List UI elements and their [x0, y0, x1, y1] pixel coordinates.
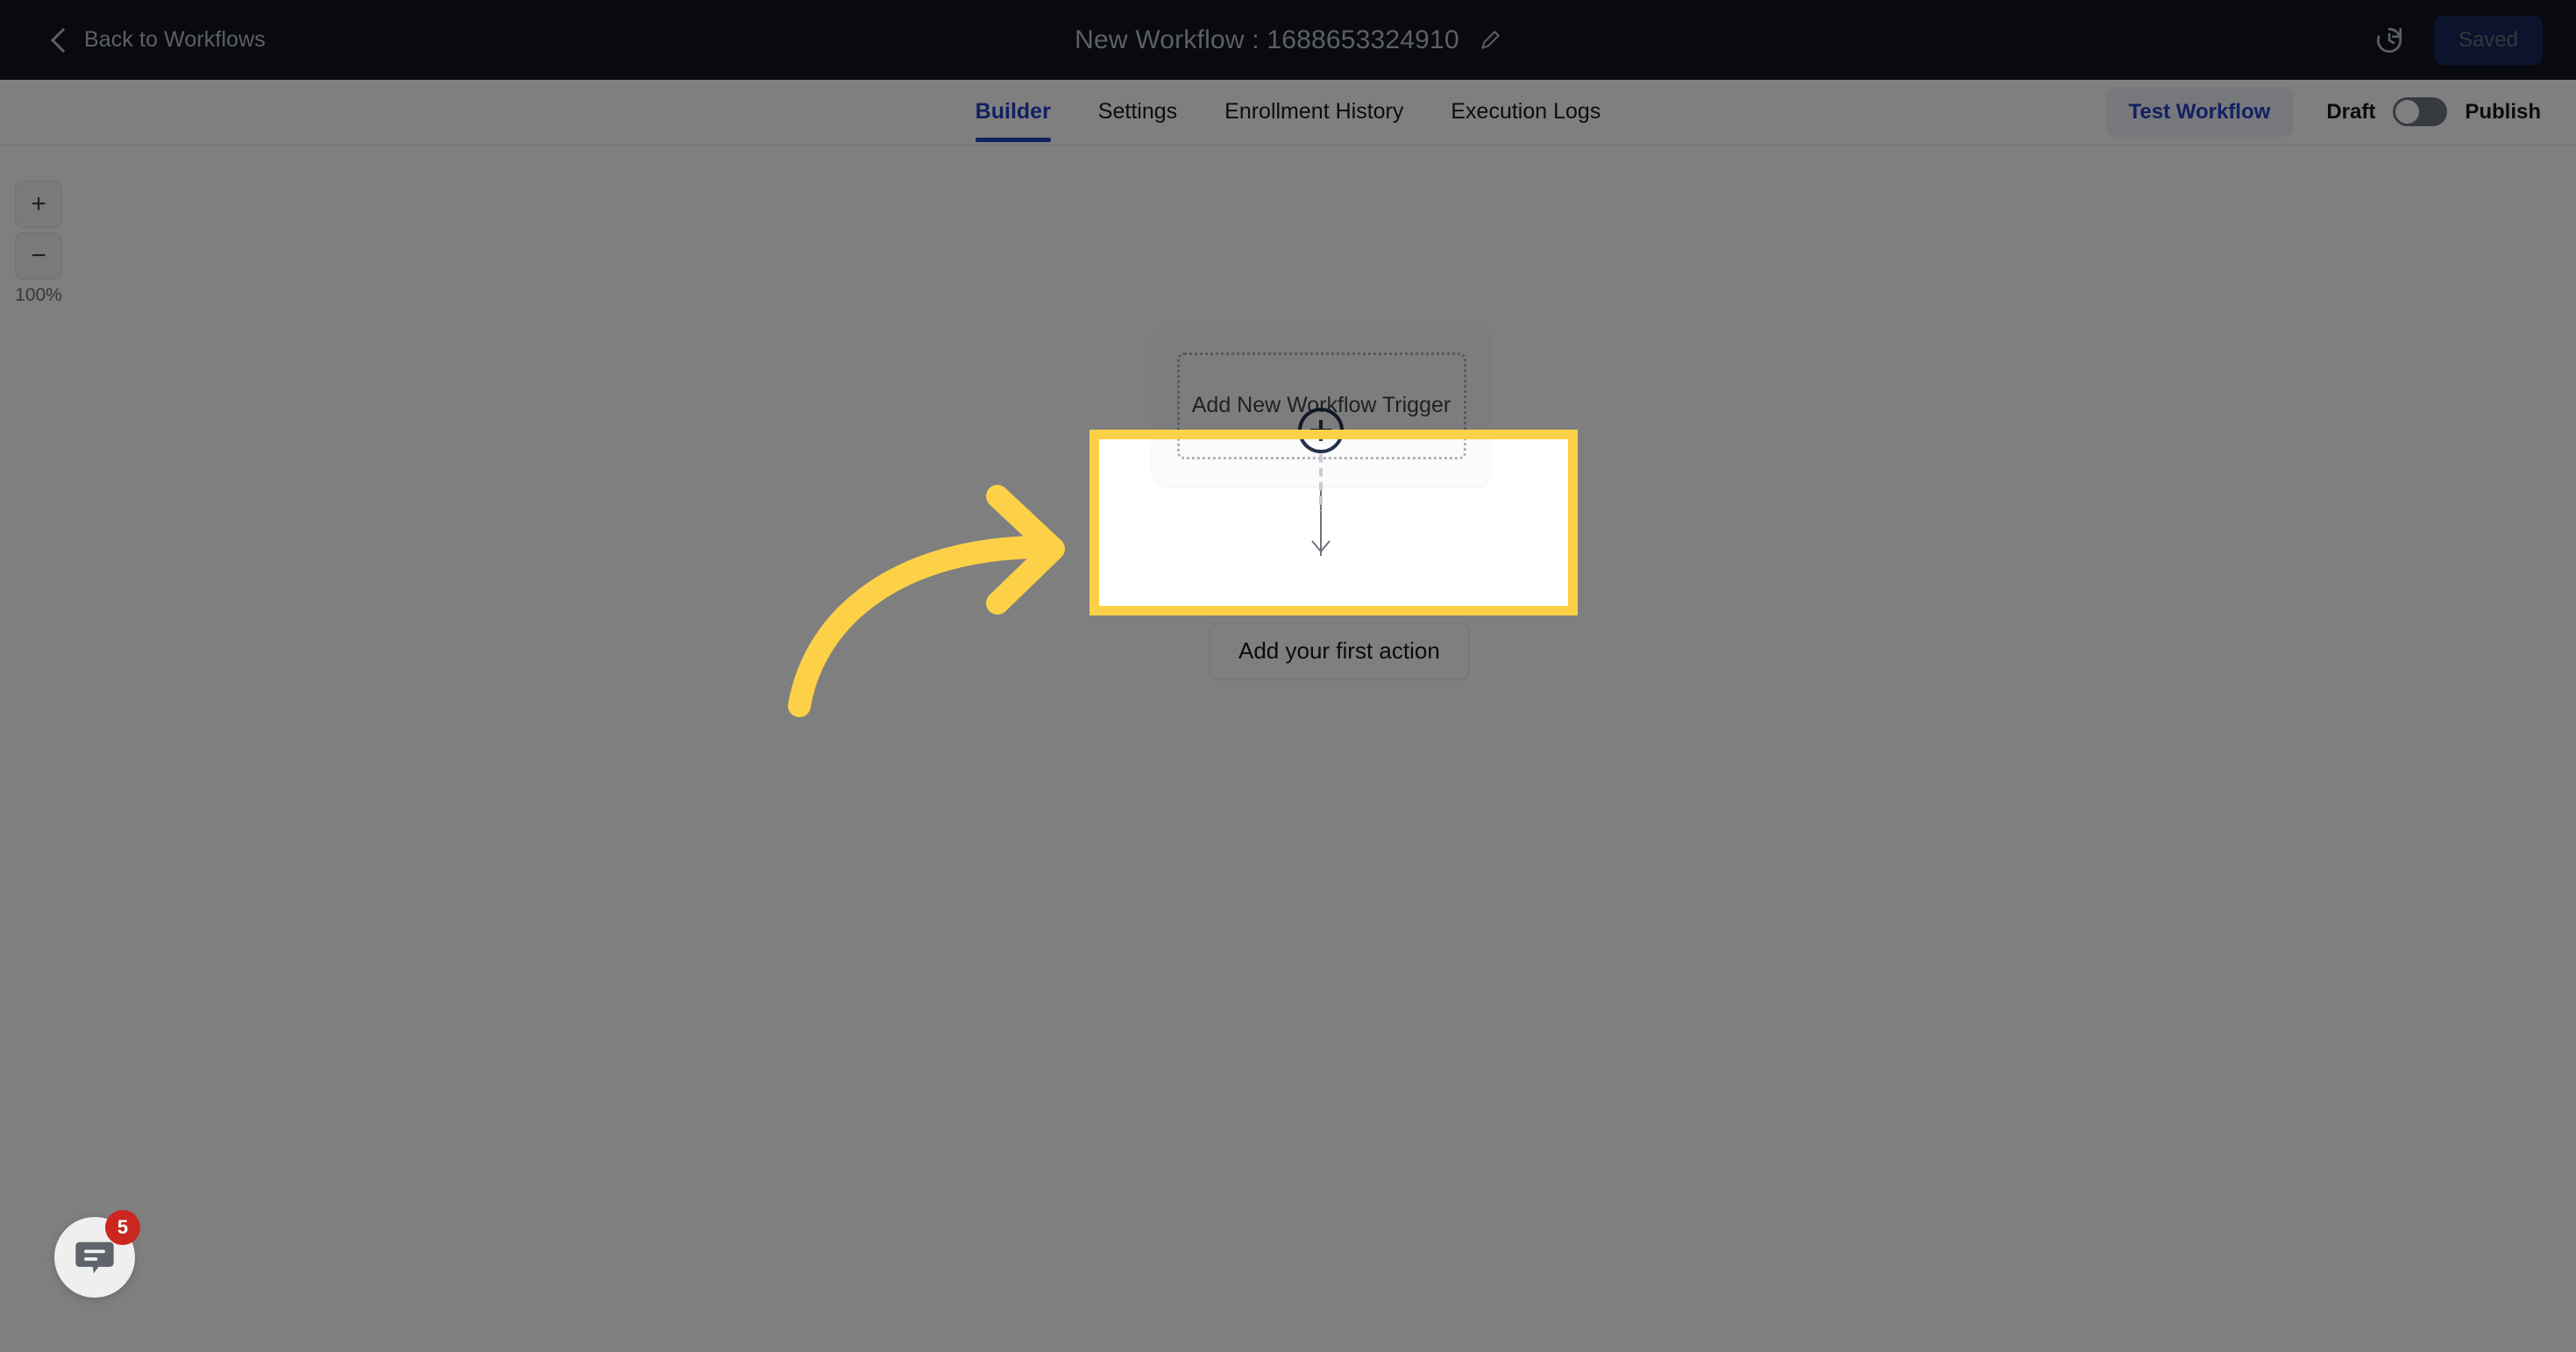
zoom-level-label: 100% — [15, 285, 62, 305]
add-step-plus-button[interactable] — [1298, 408, 1344, 453]
connector-arrowhead-icon — [1311, 540, 1331, 553]
tab-settings[interactable]: Settings — [1075, 80, 1201, 142]
tab-execution-logs[interactable]: Execution Logs — [1427, 80, 1624, 142]
tab-builder[interactable]: Builder — [952, 80, 1075, 142]
page-title: New Workflow : 1688653324910 — [1075, 25, 1459, 54]
chat-bubble-icon — [75, 1242, 114, 1274]
workflow-canvas[interactable]: + − 100% Add New Workflow Trigger Add yo… — [0, 146, 2576, 1352]
workflow-title-group: New Workflow : 1688653324910 — [0, 0, 2576, 80]
history-clock-icon[interactable] — [2374, 25, 2404, 55]
tab-bar-actions: Test Workflow Draft Publish — [2105, 80, 2541, 144]
zoom-out-button[interactable]: − — [15, 232, 62, 280]
back-to-workflows-label: Back to Workflows — [84, 27, 266, 52]
toggle-knob — [2395, 100, 2420, 124]
test-workflow-button[interactable]: Test Workflow — [2105, 87, 2294, 137]
top-bar: Back to Workflows New Workflow : 1688653… — [0, 0, 2576, 80]
pencil-icon[interactable] — [1479, 29, 1501, 52]
top-bar-actions: Saved — [2374, 0, 2543, 80]
draft-publish-toggle[interactable] — [2393, 97, 2448, 126]
saved-button[interactable]: Saved — [2433, 15, 2543, 65]
chat-unread-badge: 5 — [105, 1210, 140, 1245]
tab-bar: Builder Settings Enrollment History Exec… — [0, 80, 2576, 146]
publish-label: Publish — [2465, 99, 2541, 124]
chevron-left-icon — [51, 25, 70, 56]
add-first-action-button[interactable]: Add your first action — [1210, 623, 1469, 680]
workflow-builder-page: + − 100% Add New Workflow Trigger Add yo… — [0, 0, 2576, 1352]
draft-label: Draft — [2326, 99, 2376, 124]
zoom-in-button[interactable]: + — [15, 181, 62, 228]
zoom-controls: + − 100% — [15, 181, 69, 306]
chat-widget-button[interactable]: 5 — [54, 1210, 140, 1298]
tab-enrollment-history[interactable]: Enrollment History — [1201, 80, 1427, 142]
connector-line-dashed — [1319, 454, 1323, 511]
back-to-workflows-button[interactable]: Back to Workflows — [51, 25, 266, 56]
